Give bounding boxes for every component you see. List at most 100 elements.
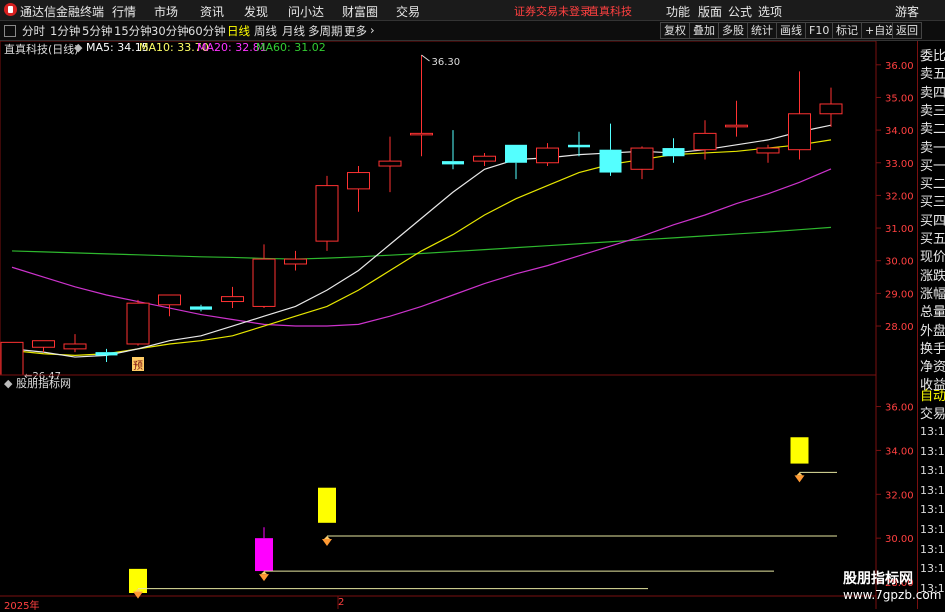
signal[interactable] [318,487,837,546]
menu-item-formula[interactable]: 公式 [728,3,752,20]
candle[interactable] [158,294,181,317]
candle[interactable] [32,340,55,353]
candle[interactable] [315,175,339,251]
signal[interactable] [255,527,774,582]
chart-area[interactable]: 36.30←26.47预 36.00 35.00 34.00 33.00 32.00 31… [0,41,917,609]
trade-label[interactable]: 交易 [920,403,945,422]
candle[interactable] [63,334,87,353]
menu-item-layout[interactable]: 版面 [698,3,722,20]
quote-label: 买三 [920,195,945,211]
chevron-right-icon[interactable]: › [370,23,375,37]
draw-line-button[interactable]: 画线 [776,22,806,39]
candle[interactable] [442,130,464,170]
period-5min[interactable]: 5分钟 [82,23,112,39]
candle-body [819,103,843,115]
period-15min[interactable]: 15分钟 [114,23,152,39]
candle-body [505,144,527,163]
quote-label: 卖二 [920,122,945,138]
quote-side-panel: 委比 卖五 卖四 卖三 卖二 卖一 买一 买二 买三 买四 买五 现价 涨跌 涨幅 总量 外盘 换手 净资 收益 自动… [917,41,945,609]
period-multi[interactable]: 多周期 [308,23,343,39]
y-tick-label: 28.00 [885,322,914,333]
candle[interactable] [284,250,307,271]
candle[interactable] [95,348,118,362]
dropdown-icon[interactable]: ◆ [4,377,16,390]
auto-label[interactable]: 自动 [920,385,945,404]
candle[interactable] [126,299,150,346]
period-1min[interactable]: 1分钟 [50,23,80,39]
quote-label: 委比 [920,49,945,64]
candle-body [378,160,402,167]
candles [0,55,843,376]
restore-rights-button[interactable]: 复权 [660,22,690,39]
overlay-button[interactable]: 叠加 [689,22,719,39]
indicator-title[interactable]: ◆ 股朋指标网 [4,375,71,391]
menu-item-ask[interactable]: 问小达 [288,3,324,20]
watermark-title: 股朋指标网 [843,571,913,587]
candle[interactable] [819,87,843,127]
menu-item-market[interactable]: 市场 [154,3,178,20]
candle[interactable] [725,100,748,137]
candle[interactable] [662,138,685,163]
quote-label: 买四 [920,213,945,229]
y-tick-label: 32.00 [885,490,914,501]
signal-bar [790,437,809,464]
signal-bar [255,538,273,572]
menu-item-news[interactable]: 资讯 [200,3,224,20]
login-notice[interactable]: 证券交易未登录 [514,3,591,19]
period-more[interactable]: 更多 [344,23,367,39]
quote-label: 涨跌 [920,268,945,284]
candle[interactable] [630,146,654,180]
quote-label: 买一 [920,158,945,174]
candle[interactable] [788,71,811,160]
user-label[interactable]: 游客 [895,3,919,20]
back-button[interactable]: 返回 [892,22,922,39]
period-60min[interactable]: 60分钟 [188,23,226,39]
candle[interactable] [599,123,622,176]
period-monthly[interactable]: 月线 [282,23,305,39]
statistics-button[interactable]: 统计 [747,22,777,39]
candle[interactable] [536,143,559,167]
candle-body [693,132,717,151]
candle[interactable] [378,136,402,193]
y-tick-label: 36.00 [885,61,914,72]
menu-item-trade[interactable]: 交易 [396,3,420,20]
ma20-series [11,168,832,327]
period-weekly[interactable]: 周线 [254,23,277,39]
candle-body [252,258,276,307]
tick-time: 13:11 [920,444,945,458]
y-tick-label: 30.00 [885,257,914,268]
candle[interactable] [568,131,590,157]
tick-time: 13:11 [920,523,945,536]
indicator-panel [0,374,876,599]
candle-body [63,343,87,350]
candle-body [662,148,685,157]
period-daily[interactable]: 日线 [227,23,250,39]
annotations: 36.30←26.47预 [10,54,460,382]
signal[interactable] [790,437,838,483]
signal[interactable] [129,568,648,599]
candle[interactable] [347,166,370,212]
menu-item-wealth[interactable]: 财富圈 [342,3,378,20]
candle[interactable] [221,286,244,309]
y-tick-label: 36.00 [885,403,914,414]
y-tick-label: 34.00 [885,446,914,457]
f10-button[interactable]: F10 [805,22,834,39]
menu-item-options[interactable]: 选项 [758,3,782,20]
menu-item-function[interactable]: 功能 [666,3,690,20]
menu-item-discover[interactable]: 发现 [244,3,268,20]
candle[interactable] [505,144,527,180]
candle[interactable] [410,55,433,157]
y-axis: 36.00 35.00 34.00 33.00 32.00 31.00 30.00 29.00… [337,61,914,609]
menu-item-quotes[interactable]: 行情 [112,3,136,20]
candle[interactable] [473,152,496,167]
candle[interactable] [0,341,24,376]
candle-body [95,352,118,356]
period-30min[interactable]: 30分钟 [151,23,189,39]
candle[interactable] [252,244,276,309]
forecast-marker-label: 预 [133,360,143,372]
candle[interactable] [190,304,212,312]
mark-button[interactable]: 标记 [832,22,862,39]
collapse-icon[interactable] [4,25,16,37]
period-tick[interactable]: 分时 [22,23,45,39]
multi-stock-button[interactable]: 多股 [718,22,748,39]
